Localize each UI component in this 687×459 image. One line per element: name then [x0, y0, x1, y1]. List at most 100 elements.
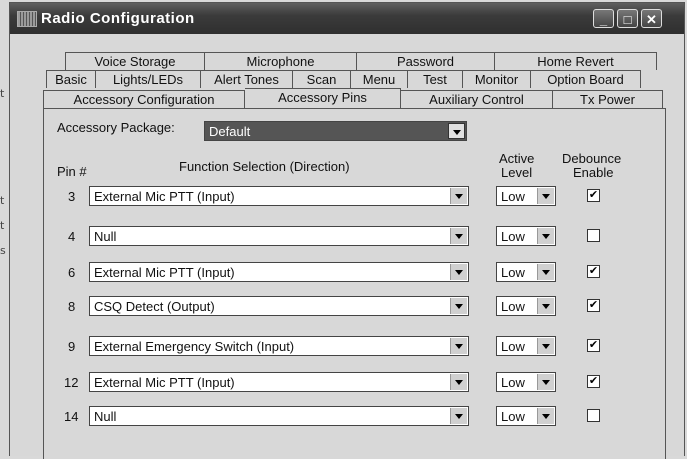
- debounce-checkbox[interactable]: ✔: [587, 375, 600, 388]
- function-value: Null: [94, 409, 117, 424]
- active-level-value: Low: [501, 229, 525, 244]
- active-level-value: Low: [501, 375, 525, 390]
- active-level-select[interactable]: Low: [496, 336, 556, 356]
- pin-number: 8: [68, 299, 76, 314]
- minimize-button[interactable]: _: [593, 9, 614, 28]
- checkmark-icon: ✔: [588, 375, 599, 387]
- active-level-select[interactable]: Low: [496, 226, 556, 246]
- active-level-select[interactable]: Low: [496, 262, 556, 282]
- active-level-value: Low: [501, 265, 525, 280]
- chevron-down-icon[interactable]: [537, 228, 554, 244]
- pin-number: 9: [68, 339, 76, 354]
- debounce-header: Enable: [573, 165, 614, 180]
- function-select[interactable]: External Mic PTT (Input): [89, 262, 469, 282]
- tab-microphone[interactable]: Microphone: [205, 52, 357, 70]
- chevron-down-icon[interactable]: [448, 123, 465, 139]
- function-select[interactable]: Null: [89, 226, 469, 246]
- function-value: External Emergency Switch (Input): [94, 339, 295, 354]
- function-select[interactable]: External Mic PTT (Input): [89, 372, 469, 392]
- function-select[interactable]: External Emergency Switch (Input): [89, 336, 469, 356]
- function-select[interactable]: Null: [89, 406, 469, 426]
- chevron-down-icon[interactable]: [450, 408, 467, 424]
- chevron-down-icon[interactable]: [537, 338, 554, 354]
- close-icon: ✕: [646, 12, 657, 27]
- active-level-value: Low: [501, 189, 525, 204]
- tab-scan[interactable]: Scan: [293, 70, 351, 88]
- tab-auxiliary-control[interactable]: Auxiliary Control: [401, 90, 553, 108]
- checkmark-icon: ✔: [588, 189, 599, 201]
- tab-accessory-configuration[interactable]: Accessory Configuration: [43, 90, 245, 108]
- chevron-down-icon[interactable]: [537, 264, 554, 280]
- active-level-select[interactable]: Low: [496, 186, 556, 206]
- pin-number: 14: [64, 409, 79, 424]
- function-value: CSQ Detect (Output): [94, 299, 215, 314]
- chevron-down-icon[interactable]: [450, 228, 467, 244]
- chevron-down-icon[interactable]: [450, 264, 467, 280]
- pin-number: 4: [68, 229, 76, 244]
- title-bar[interactable]: Radio Configuration _ □ ✕: [10, 3, 684, 34]
- chevron-down-icon[interactable]: [537, 298, 554, 314]
- background-text-fragment: t: [0, 87, 5, 100]
- chevron-down-icon[interactable]: [537, 374, 554, 390]
- chevron-down-icon[interactable]: [537, 188, 554, 204]
- active-level-header: Level: [501, 165, 533, 180]
- function-select[interactable]: External Mic PTT (Input): [89, 186, 469, 206]
- accessory-pins-panel: Accessory Package: Default Pin # Functio…: [43, 108, 666, 459]
- active-level-select[interactable]: Low: [496, 406, 556, 426]
- active-level-value: Low: [501, 409, 525, 424]
- debounce-checkbox[interactable]: [587, 409, 600, 422]
- active-level-select[interactable]: Low: [496, 296, 556, 316]
- tab-tx-power[interactable]: Tx Power: [553, 90, 663, 108]
- tab-menu[interactable]: Menu: [351, 70, 408, 88]
- chevron-down-icon[interactable]: [450, 374, 467, 390]
- debounce-header: Debounce: [562, 151, 622, 166]
- background-text-fragment: t: [0, 219, 5, 232]
- tab-test[interactable]: Test: [408, 70, 463, 88]
- app-icon: [17, 11, 37, 27]
- accessory-package-value: Default: [209, 124, 251, 139]
- debounce-checkbox[interactable]: ✔: [587, 189, 600, 202]
- accessory-package-label: Accessory Package:: [57, 120, 175, 135]
- minimize-icon: _: [599, 12, 608, 27]
- active-level-value: Low: [501, 339, 525, 354]
- chevron-down-icon[interactable]: [450, 188, 467, 204]
- chevron-down-icon[interactable]: [537, 408, 554, 424]
- window-title: Radio Configuration: [41, 10, 195, 27]
- function-header: Function Selection (Direction): [179, 159, 350, 174]
- background-text-fragment: s: [0, 244, 6, 257]
- tab-alert-tones[interactable]: Alert Tones: [201, 70, 293, 88]
- tab-home-revert[interactable]: Home Revert: [495, 52, 657, 70]
- close-button[interactable]: ✕: [641, 9, 662, 28]
- tab-monitor[interactable]: Monitor: [463, 70, 531, 88]
- function-value: External Mic PTT (Input): [94, 189, 235, 204]
- tab-option-board[interactable]: Option Board: [531, 70, 641, 88]
- function-value: Null: [94, 229, 117, 244]
- tab-basic[interactable]: Basic: [46, 70, 96, 88]
- maximize-icon: □: [623, 12, 632, 27]
- active-level-select[interactable]: Low: [496, 372, 556, 392]
- debounce-checkbox[interactable]: [587, 229, 600, 242]
- debounce-checkbox[interactable]: ✔: [587, 339, 600, 352]
- tab-accessory-pins[interactable]: Accessory Pins: [245, 88, 401, 108]
- debounce-checkbox[interactable]: ✔: [587, 265, 600, 278]
- chevron-down-icon[interactable]: [450, 298, 467, 314]
- tab-lights-leds[interactable]: Lights/LEDs: [96, 70, 201, 88]
- pin-number: 3: [68, 189, 76, 204]
- checkmark-icon: ✔: [588, 265, 599, 277]
- tab-password[interactable]: Password: [357, 52, 495, 70]
- checkmark-icon: ✔: [588, 339, 599, 351]
- active-level-header: Active: [499, 151, 535, 166]
- function-value: External Mic PTT (Input): [94, 265, 235, 280]
- tab-voice-storage[interactable]: Voice Storage: [65, 52, 205, 70]
- active-level-value: Low: [501, 299, 525, 314]
- background-text-fragment: t: [0, 194, 5, 207]
- function-value: External Mic PTT (Input): [94, 375, 235, 390]
- accessory-package-select[interactable]: Default: [204, 121, 467, 141]
- pin-number: 12: [64, 375, 79, 390]
- maximize-button[interactable]: □: [617, 9, 638, 28]
- chevron-down-icon[interactable]: [450, 338, 467, 354]
- pin-header: Pin #: [57, 164, 87, 179]
- function-select[interactable]: CSQ Detect (Output): [89, 296, 469, 316]
- pin-number: 6: [68, 265, 76, 280]
- debounce-checkbox[interactable]: ✔: [587, 299, 600, 312]
